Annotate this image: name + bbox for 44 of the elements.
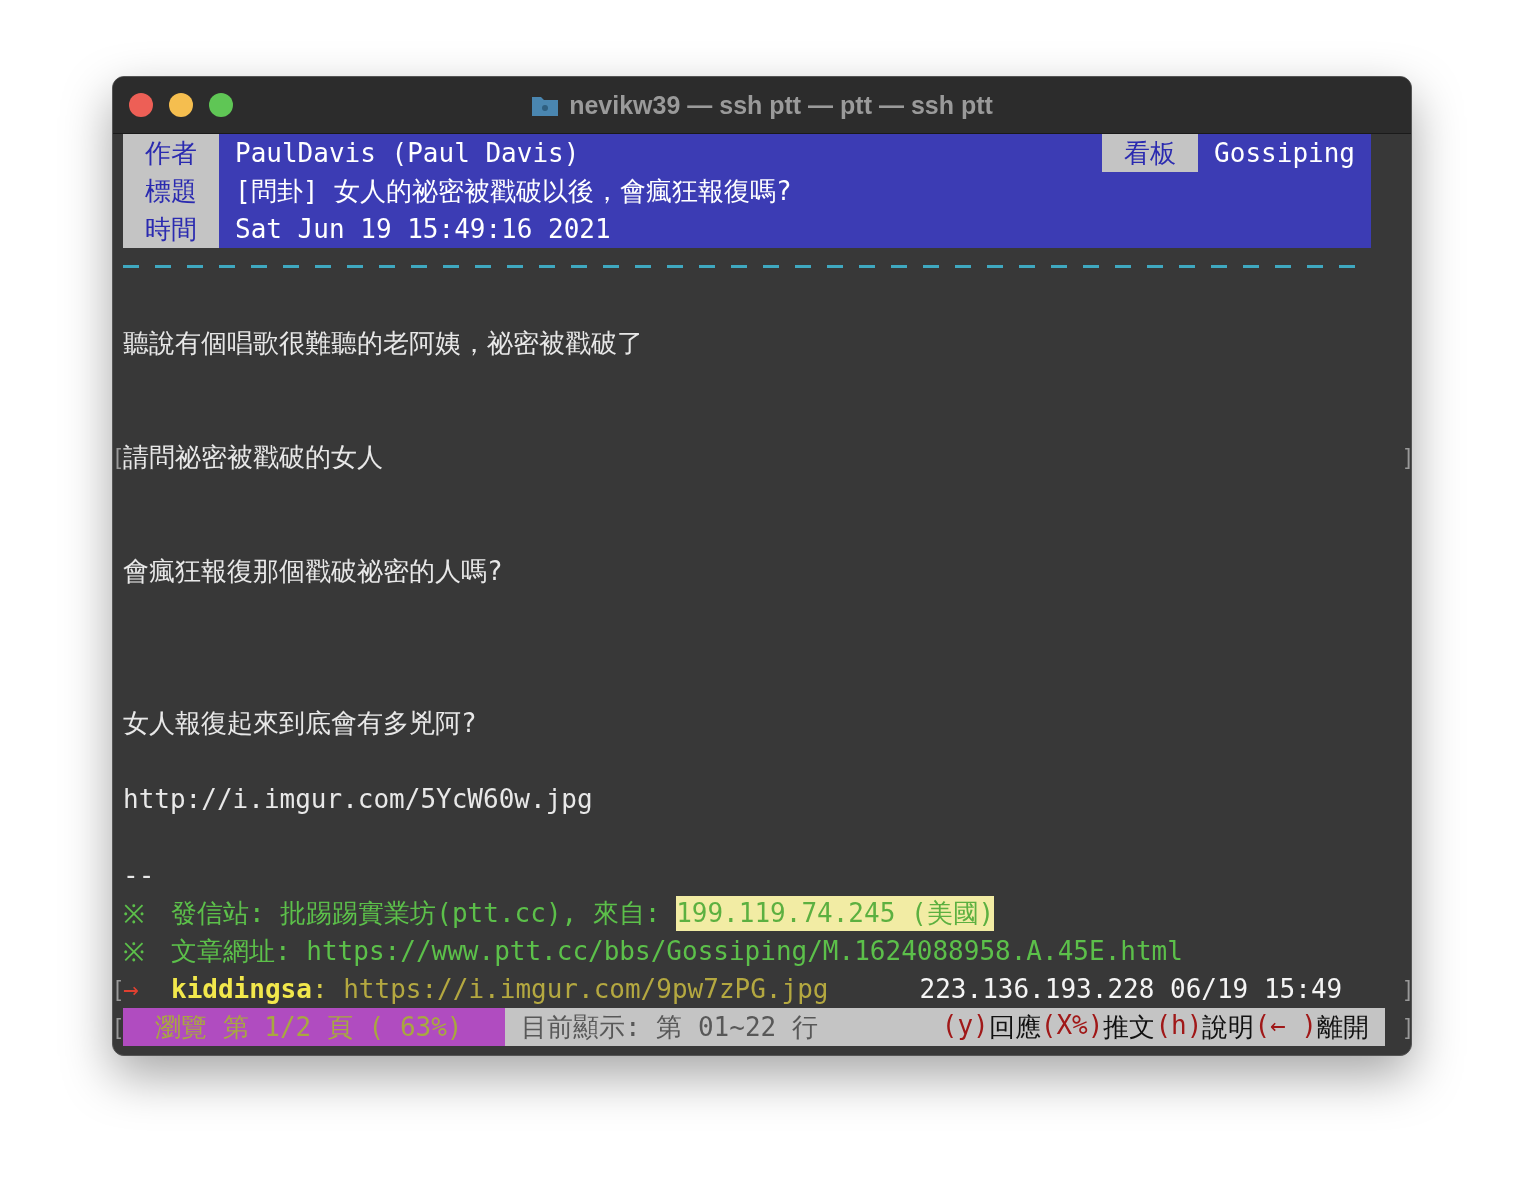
zoom-button[interactable] xyxy=(209,93,233,117)
article-line: -- xyxy=(123,860,155,890)
push-separator: : xyxy=(311,974,328,1004)
article-line: http://i.imgur.com/5YcW60w.jpg xyxy=(123,784,593,814)
close-button[interactable] xyxy=(129,93,153,117)
push-user: kiddingsa xyxy=(171,974,312,1004)
article-line: 請問祕密被戳破的女人 xyxy=(123,440,383,474)
board-name: Gossiping xyxy=(1213,138,1356,168)
hotkey: (← ) xyxy=(1254,1009,1317,1042)
cursor-mark: ] xyxy=(1405,1014,1411,1040)
article-line: 會瘋狂報復那個戳破祕密的人嗎? xyxy=(123,554,503,588)
header-label: 標題 xyxy=(123,172,219,210)
header-value: PaulDavis (Paul Davis) xyxy=(234,138,581,168)
hotkey-action: 推文 xyxy=(1103,1010,1156,1044)
hotkey: (y) xyxy=(941,1009,989,1042)
cursor-mark: ] xyxy=(1405,976,1411,1002)
header-label: 時間 xyxy=(123,210,219,248)
hotkey-action: 說明 xyxy=(1202,1010,1255,1044)
cursor-mark: [ xyxy=(115,976,122,1002)
hotkey: (h) xyxy=(1155,1009,1203,1042)
window-title: nevikw39 — ssh ptt — ptt — ssh ptt xyxy=(569,90,993,120)
ip-address: 199.119.74.245 (美國) xyxy=(676,895,995,931)
header-value: [問卦] 女人的祕密被戳破以後，會瘋狂報復嗎? xyxy=(234,174,793,208)
cursor-mark: [ xyxy=(115,1014,122,1040)
hotkey-action: 離開 xyxy=(1317,1010,1369,1044)
reference-mark: ※ xyxy=(123,936,146,969)
signature-line: 文章網址: https://www.ptt.cc/bbs/Gossiping/M.1624088958.A.45E.html xyxy=(171,934,1183,968)
line-range: 目前顯示: 第 01~22 行 xyxy=(521,1010,818,1044)
article-line: 女人報復起來到底會有多兇阿? xyxy=(123,706,477,740)
push-arrow: → xyxy=(123,974,140,1004)
cursor-mark: [ xyxy=(115,444,122,470)
header-label: 作者 xyxy=(123,134,219,172)
reference-mark: ※ xyxy=(123,898,146,931)
board-label: 看板 xyxy=(1102,134,1199,172)
header-value: Sat Jun 19 15:49:16 2021 xyxy=(234,214,612,244)
page-indicator: 瀏覽 第 1/2 頁 ( 63%) xyxy=(123,1008,505,1046)
hotkey-action: 回應 xyxy=(988,1010,1041,1044)
push-content: https://i.imgur.com/9pw7zPG.jpg xyxy=(342,974,830,1004)
article-line: 聽說有個唱歌很難聽的老阿姨，祕密被戳破了 xyxy=(123,326,643,360)
signature-line: 發信站: 批踢踢實業坊(ptt.cc), 來自: xyxy=(171,896,662,930)
minimize-button[interactable] xyxy=(169,93,193,117)
cursor-mark: ] xyxy=(1405,444,1411,470)
push-meta: 223.136.193.228 06/19 15:49 xyxy=(919,974,1343,1004)
hotkey: (X%) xyxy=(1040,1009,1104,1042)
